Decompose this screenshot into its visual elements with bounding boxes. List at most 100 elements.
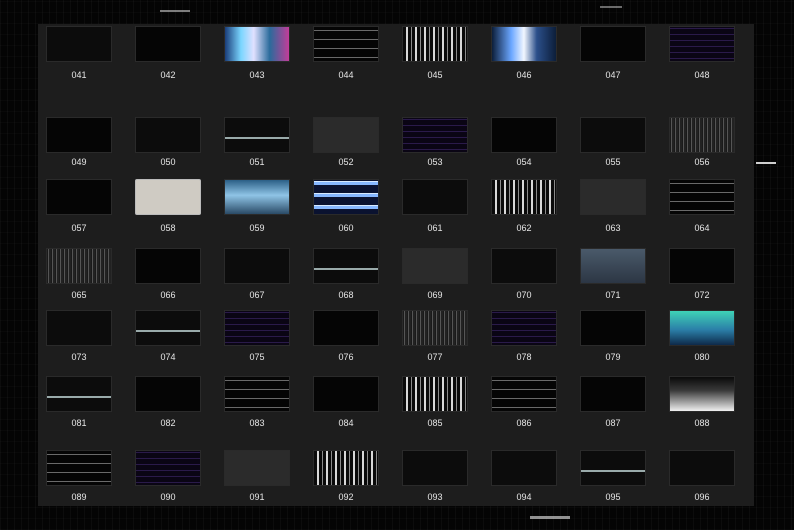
thumbnail-096[interactable]: [669, 450, 735, 486]
thumbnail-label: 053: [427, 157, 443, 167]
thumbnail-label: 068: [338, 290, 354, 300]
thumbnail-046[interactable]: [491, 26, 557, 62]
thumbnail-label: 057: [71, 223, 87, 233]
thumbnail-063[interactable]: [580, 179, 646, 215]
thumbnail-052[interactable]: [313, 117, 379, 153]
thumbnail-061[interactable]: [402, 179, 468, 215]
thumbnail-049[interactable]: [46, 117, 112, 153]
thumbnail-label: 067: [249, 290, 265, 300]
thumbnail-label: 062: [516, 223, 532, 233]
thumbnail-label: 076: [338, 352, 354, 362]
thumbnail-081[interactable]: [46, 376, 112, 412]
thumbnail-088[interactable]: [669, 376, 735, 412]
thumbnail-091[interactable]: [224, 450, 290, 486]
thumbnail-094[interactable]: [491, 450, 557, 486]
thumbnail-066[interactable]: [135, 248, 201, 284]
thumbnail-label: 079: [605, 352, 621, 362]
thumbnail-label: 093: [427, 492, 443, 502]
thumbnail-label: 059: [249, 223, 265, 233]
thumbnail-label: 052: [338, 157, 354, 167]
thumbnail-083[interactable]: [224, 376, 290, 412]
frame-streak: [756, 162, 776, 164]
thumbnail-050[interactable]: [135, 117, 201, 153]
thumbnail-069[interactable]: [402, 248, 468, 284]
thumbnail-045[interactable]: [402, 26, 468, 62]
thumbnail-label: 041: [71, 70, 87, 80]
thumbnail-068[interactable]: [313, 248, 379, 284]
thumbnail-label: 096: [694, 492, 710, 502]
thumbnail-092[interactable]: [313, 450, 379, 486]
thumbnail-095[interactable]: [580, 450, 646, 486]
frame-streak: [530, 516, 570, 519]
thumbnail-label: 088: [694, 418, 710, 428]
thumbnail-label: 070: [516, 290, 532, 300]
thumbnail-053[interactable]: [402, 117, 468, 153]
thumbnail-label: 083: [249, 418, 265, 428]
thumbnail-label: 061: [427, 223, 443, 233]
thumbnail-062[interactable]: [491, 179, 557, 215]
thumbnail-043[interactable]: [224, 26, 290, 62]
thumbnail-084[interactable]: [313, 376, 379, 412]
thumbnail-056[interactable]: [669, 117, 735, 153]
thumbnail-label: 081: [71, 418, 87, 428]
thumbnail-058[interactable]: [135, 179, 201, 215]
frame-streak: [160, 10, 190, 12]
thumbnail-gallery: 041 042 043 044 045 046 047 048 049 050 051 052 053 0…: [38, 24, 754, 506]
thumbnail-label: 072: [694, 290, 710, 300]
thumbnail-label: 086: [516, 418, 532, 428]
thumbnail-070[interactable]: [491, 248, 557, 284]
thumbnail-080[interactable]: [669, 310, 735, 346]
thumbnail-label: 065: [71, 290, 87, 300]
thumbnail-090[interactable]: [135, 450, 201, 486]
thumbnail-label: 063: [605, 223, 621, 233]
thumbnail-042[interactable]: [135, 26, 201, 62]
thumbnail-076[interactable]: [313, 310, 379, 346]
thumbnail-label: 050: [160, 157, 176, 167]
thumbnail-060[interactable]: [313, 179, 379, 215]
thumbnail-093[interactable]: [402, 450, 468, 486]
thumbnail-label: 060: [338, 223, 354, 233]
thumbnail-label: 066: [160, 290, 176, 300]
thumbnail-054[interactable]: [491, 117, 557, 153]
thumbnail-051[interactable]: [224, 117, 290, 153]
thumbnail-label: 055: [605, 157, 621, 167]
thumbnail-075[interactable]: [224, 310, 290, 346]
thumbnail-073[interactable]: [46, 310, 112, 346]
frame-streak: [600, 6, 622, 8]
thumbnail-055[interactable]: [580, 117, 646, 153]
thumbnail-064[interactable]: [669, 179, 735, 215]
thumbnail-047[interactable]: [580, 26, 646, 62]
thumbnail-072[interactable]: [669, 248, 735, 284]
thumbnail-089[interactable]: [46, 450, 112, 486]
thumbnail-079[interactable]: [580, 310, 646, 346]
thumbnail-077[interactable]: [402, 310, 468, 346]
thumbnail-071[interactable]: [580, 248, 646, 284]
thumbnail-041[interactable]: [46, 26, 112, 62]
thumbnail-label: 084: [338, 418, 354, 428]
thumbnail-059[interactable]: [224, 179, 290, 215]
thumbnail-078[interactable]: [491, 310, 557, 346]
thumbnail-074[interactable]: [135, 310, 201, 346]
thumbnail-label: 045: [427, 70, 443, 80]
thumbnail-label: 054: [516, 157, 532, 167]
thumbnail-085[interactable]: [402, 376, 468, 412]
thumbnail-label: 058: [160, 223, 176, 233]
thumbnail-label: 087: [605, 418, 621, 428]
thumbnail-086[interactable]: [491, 376, 557, 412]
thumbnail-label: 064: [694, 223, 710, 233]
thumbnail-label: 082: [160, 418, 176, 428]
thumbnail-label: 095: [605, 492, 621, 502]
thumbnail-067[interactable]: [224, 248, 290, 284]
thumbnail-label: 073: [71, 352, 87, 362]
thumbnail-057[interactable]: [46, 179, 112, 215]
thumbnail-label: 071: [605, 290, 621, 300]
thumbnail-label: 085: [427, 418, 443, 428]
thumbnail-label: 075: [249, 352, 265, 362]
thumbnail-048[interactable]: [669, 26, 735, 62]
thumbnail-044[interactable]: [313, 26, 379, 62]
thumbnail-087[interactable]: [580, 376, 646, 412]
thumbnail-label: 091: [249, 492, 265, 502]
thumbnail-065[interactable]: [46, 248, 112, 284]
thumbnail-label: 044: [338, 70, 354, 80]
thumbnail-082[interactable]: [135, 376, 201, 412]
